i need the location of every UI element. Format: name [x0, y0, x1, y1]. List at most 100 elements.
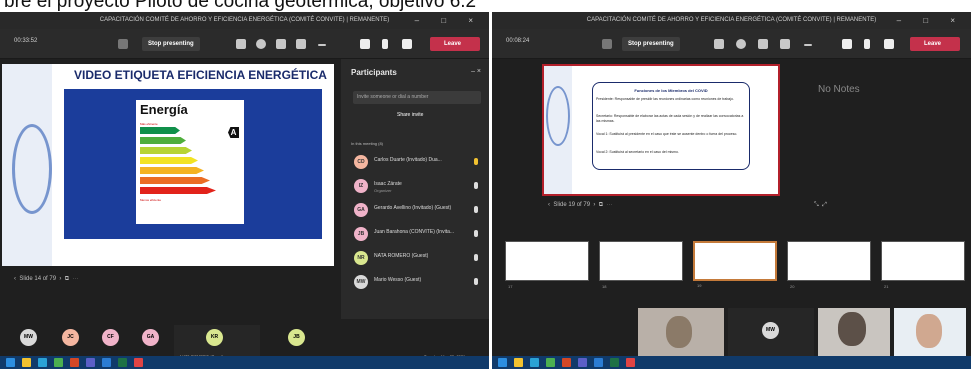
- slide-thumbnail[interactable]: 20: [787, 241, 871, 289]
- participant-row[interactable]: IZ Isaac Zárate Organizer: [354, 178, 484, 196]
- slide-thumbnail-selected[interactable]: 19: [693, 241, 777, 288]
- energy-bar-e: [140, 167, 204, 174]
- participant-name: Mario Wesso (Guest): [374, 277, 422, 283]
- covid-box: [592, 82, 750, 170]
- more-efficient-label: Más eficiente: [140, 122, 158, 126]
- stop-presenting-button[interactable]: Stop presenting: [142, 37, 200, 51]
- covid-presidente: Presidente: Responsable de presidir las …: [596, 97, 734, 101]
- word-icon[interactable]: [102, 358, 111, 367]
- chat-icon[interactable]: [256, 39, 266, 49]
- edge-icon[interactable]: [530, 358, 539, 367]
- window-controls[interactable]: – □ ×: [415, 12, 483, 29]
- word-icon[interactable]: [594, 358, 603, 367]
- window-title: CAPACITACIÓN COMITÉ DE AHORRO Y EFICIENC…: [99, 17, 390, 23]
- participant-row[interactable]: GA Gerardo Avellino (Invitado) (Guest): [354, 202, 484, 220]
- chrome-icon[interactable]: [546, 358, 555, 367]
- excel-icon[interactable]: [610, 358, 619, 367]
- energy-bar-f: [140, 177, 210, 184]
- participant-row[interactable]: JB Juan Barahona (CONVITE) (Invita...: [354, 226, 484, 244]
- participant-row[interactable]: MW Mario Wesso (Guest): [354, 274, 484, 292]
- slide-navigation[interactable]: ‹ Slide 14 of 79 › ⧉ ⋯: [14, 276, 78, 283]
- slide-thumbnail-strip: 17 18 19 20 21: [497, 241, 971, 289]
- slide-counter: Slide 19 of 79: [553, 202, 591, 208]
- chrome-icon[interactable]: [54, 358, 63, 367]
- window-titlebar: CAPACITACIÓN COMITÉ DE AHORRO Y EFICIENC…: [492, 12, 971, 29]
- slide-counter: Slide 14 of 79: [19, 276, 57, 282]
- slide-thumbnail[interactable]: 18: [599, 241, 683, 289]
- more-icon[interactable]: [318, 44, 326, 46]
- in-meeting-section[interactable]: In this meeting (8): [351, 141, 383, 146]
- window-titlebar: CAPACITACIÓN COMITÉ DE AHORRO Y EFICIENC…: [0, 12, 489, 29]
- participants-icon[interactable]: [714, 39, 724, 49]
- covid-vocal2: Vocal 2: Sustituirá al secretario en el …: [596, 150, 679, 154]
- slide-swirl: [546, 86, 570, 146]
- participant-row[interactable]: NR NATA ROMERO (Guest): [354, 250, 484, 268]
- energy-label-title: Energía: [140, 102, 188, 117]
- share-invite-button[interactable]: Share invite: [397, 112, 423, 118]
- share-tray-icon[interactable]: [884, 39, 894, 49]
- reactions-icon[interactable]: [276, 39, 286, 49]
- mic-icon: [474, 206, 478, 213]
- start-icon[interactable]: [6, 358, 15, 367]
- thumbnail-number: 21: [884, 284, 889, 289]
- gallery-avatar[interactable]: GA: [142, 329, 159, 346]
- teams-window-left: CAPACITACIÓN COMITÉ DE AHORRO Y EFICIENC…: [0, 12, 489, 369]
- thumbnail-number: 17: [508, 284, 513, 289]
- gallery-avatar[interactable]: JB: [288, 329, 305, 346]
- window-controls[interactable]: – □ ×: [897, 12, 965, 29]
- participant-name: Carlos Duarte (Invitado) Dua...: [374, 157, 442, 163]
- teams-icon[interactable]: [578, 358, 587, 367]
- video-tile[interactable]: MW: [728, 308, 814, 356]
- participants-icon[interactable]: [236, 39, 246, 49]
- mic-icon[interactable]: [864, 39, 870, 49]
- gallery-avatar[interactable]: MW: [20, 329, 37, 346]
- rooms-icon[interactable]: [780, 39, 790, 49]
- avatar: MW: [354, 275, 368, 289]
- camera-icon[interactable]: [360, 39, 370, 49]
- camera-icon[interactable]: [842, 39, 852, 49]
- video-tile-camera[interactable]: [894, 308, 966, 356]
- explorer-icon[interactable]: [514, 358, 523, 367]
- start-icon[interactable]: [498, 358, 507, 367]
- video-tile-camera[interactable]: [818, 308, 890, 356]
- explorer-icon[interactable]: [22, 358, 31, 367]
- invite-search-input[interactable]: Invite someone or dial a number: [353, 91, 481, 104]
- share-tray-icon[interactable]: [402, 39, 412, 49]
- chat-icon[interactable]: [736, 39, 746, 49]
- edge-icon[interactable]: [38, 358, 47, 367]
- avatar: GA: [354, 203, 368, 217]
- excel-icon[interactable]: [118, 358, 127, 367]
- slide-thumbnail[interactable]: 21: [881, 241, 965, 289]
- energy-label-card: Energía Más eficiente Menos eficiente A: [136, 100, 244, 224]
- app-icon[interactable]: [134, 358, 143, 367]
- reactions-icon[interactable]: [758, 39, 768, 49]
- video-tile-camera[interactable]: [638, 308, 724, 356]
- powerpoint-icon[interactable]: [70, 358, 79, 367]
- energy-bar-a: [140, 127, 180, 134]
- avatar: IZ: [354, 179, 368, 193]
- more-icon[interactable]: [804, 44, 812, 46]
- tile-avatar: KR: [206, 329, 223, 346]
- gallery-avatar[interactable]: CF: [102, 329, 119, 346]
- teams-icon[interactable]: [86, 358, 95, 367]
- screen-icon[interactable]: [602, 39, 612, 49]
- zoom-controls[interactable]: ⤡ ⤢: [814, 202, 827, 209]
- leave-button[interactable]: Leave: [910, 37, 960, 51]
- screen-icon[interactable]: [118, 39, 128, 49]
- slide-navigation[interactable]: ‹ Slide 19 of 79 › ⧉ ⋯: [548, 202, 612, 209]
- participant-name: Juan Barahona (CONVITE) (Invita...: [374, 229, 455, 235]
- panel-close-icon[interactable]: – ×: [471, 68, 481, 75]
- participant-row[interactable]: CD Carlos Duarte (Invitado) Dua...: [354, 154, 484, 172]
- app-icon[interactable]: [626, 358, 635, 367]
- powerpoint-icon[interactable]: [562, 358, 571, 367]
- stop-presenting-button[interactable]: Stop presenting: [622, 37, 680, 51]
- avatar: CD: [354, 155, 368, 169]
- rooms-icon[interactable]: [296, 39, 306, 49]
- slide-thumbnail[interactable]: 17: [505, 241, 589, 289]
- leave-button[interactable]: Leave: [430, 37, 480, 51]
- less-efficient-label: Menos eficiente: [140, 198, 162, 202]
- teams-window-right: CAPACITACIÓN COMITÉ DE AHORRO Y EFICIENC…: [492, 12, 971, 369]
- mic-icon[interactable]: [382, 39, 388, 49]
- shared-slide: Funciones de los Miembros del COVID Pres…: [542, 64, 780, 196]
- gallery-avatar[interactable]: JC: [62, 329, 79, 346]
